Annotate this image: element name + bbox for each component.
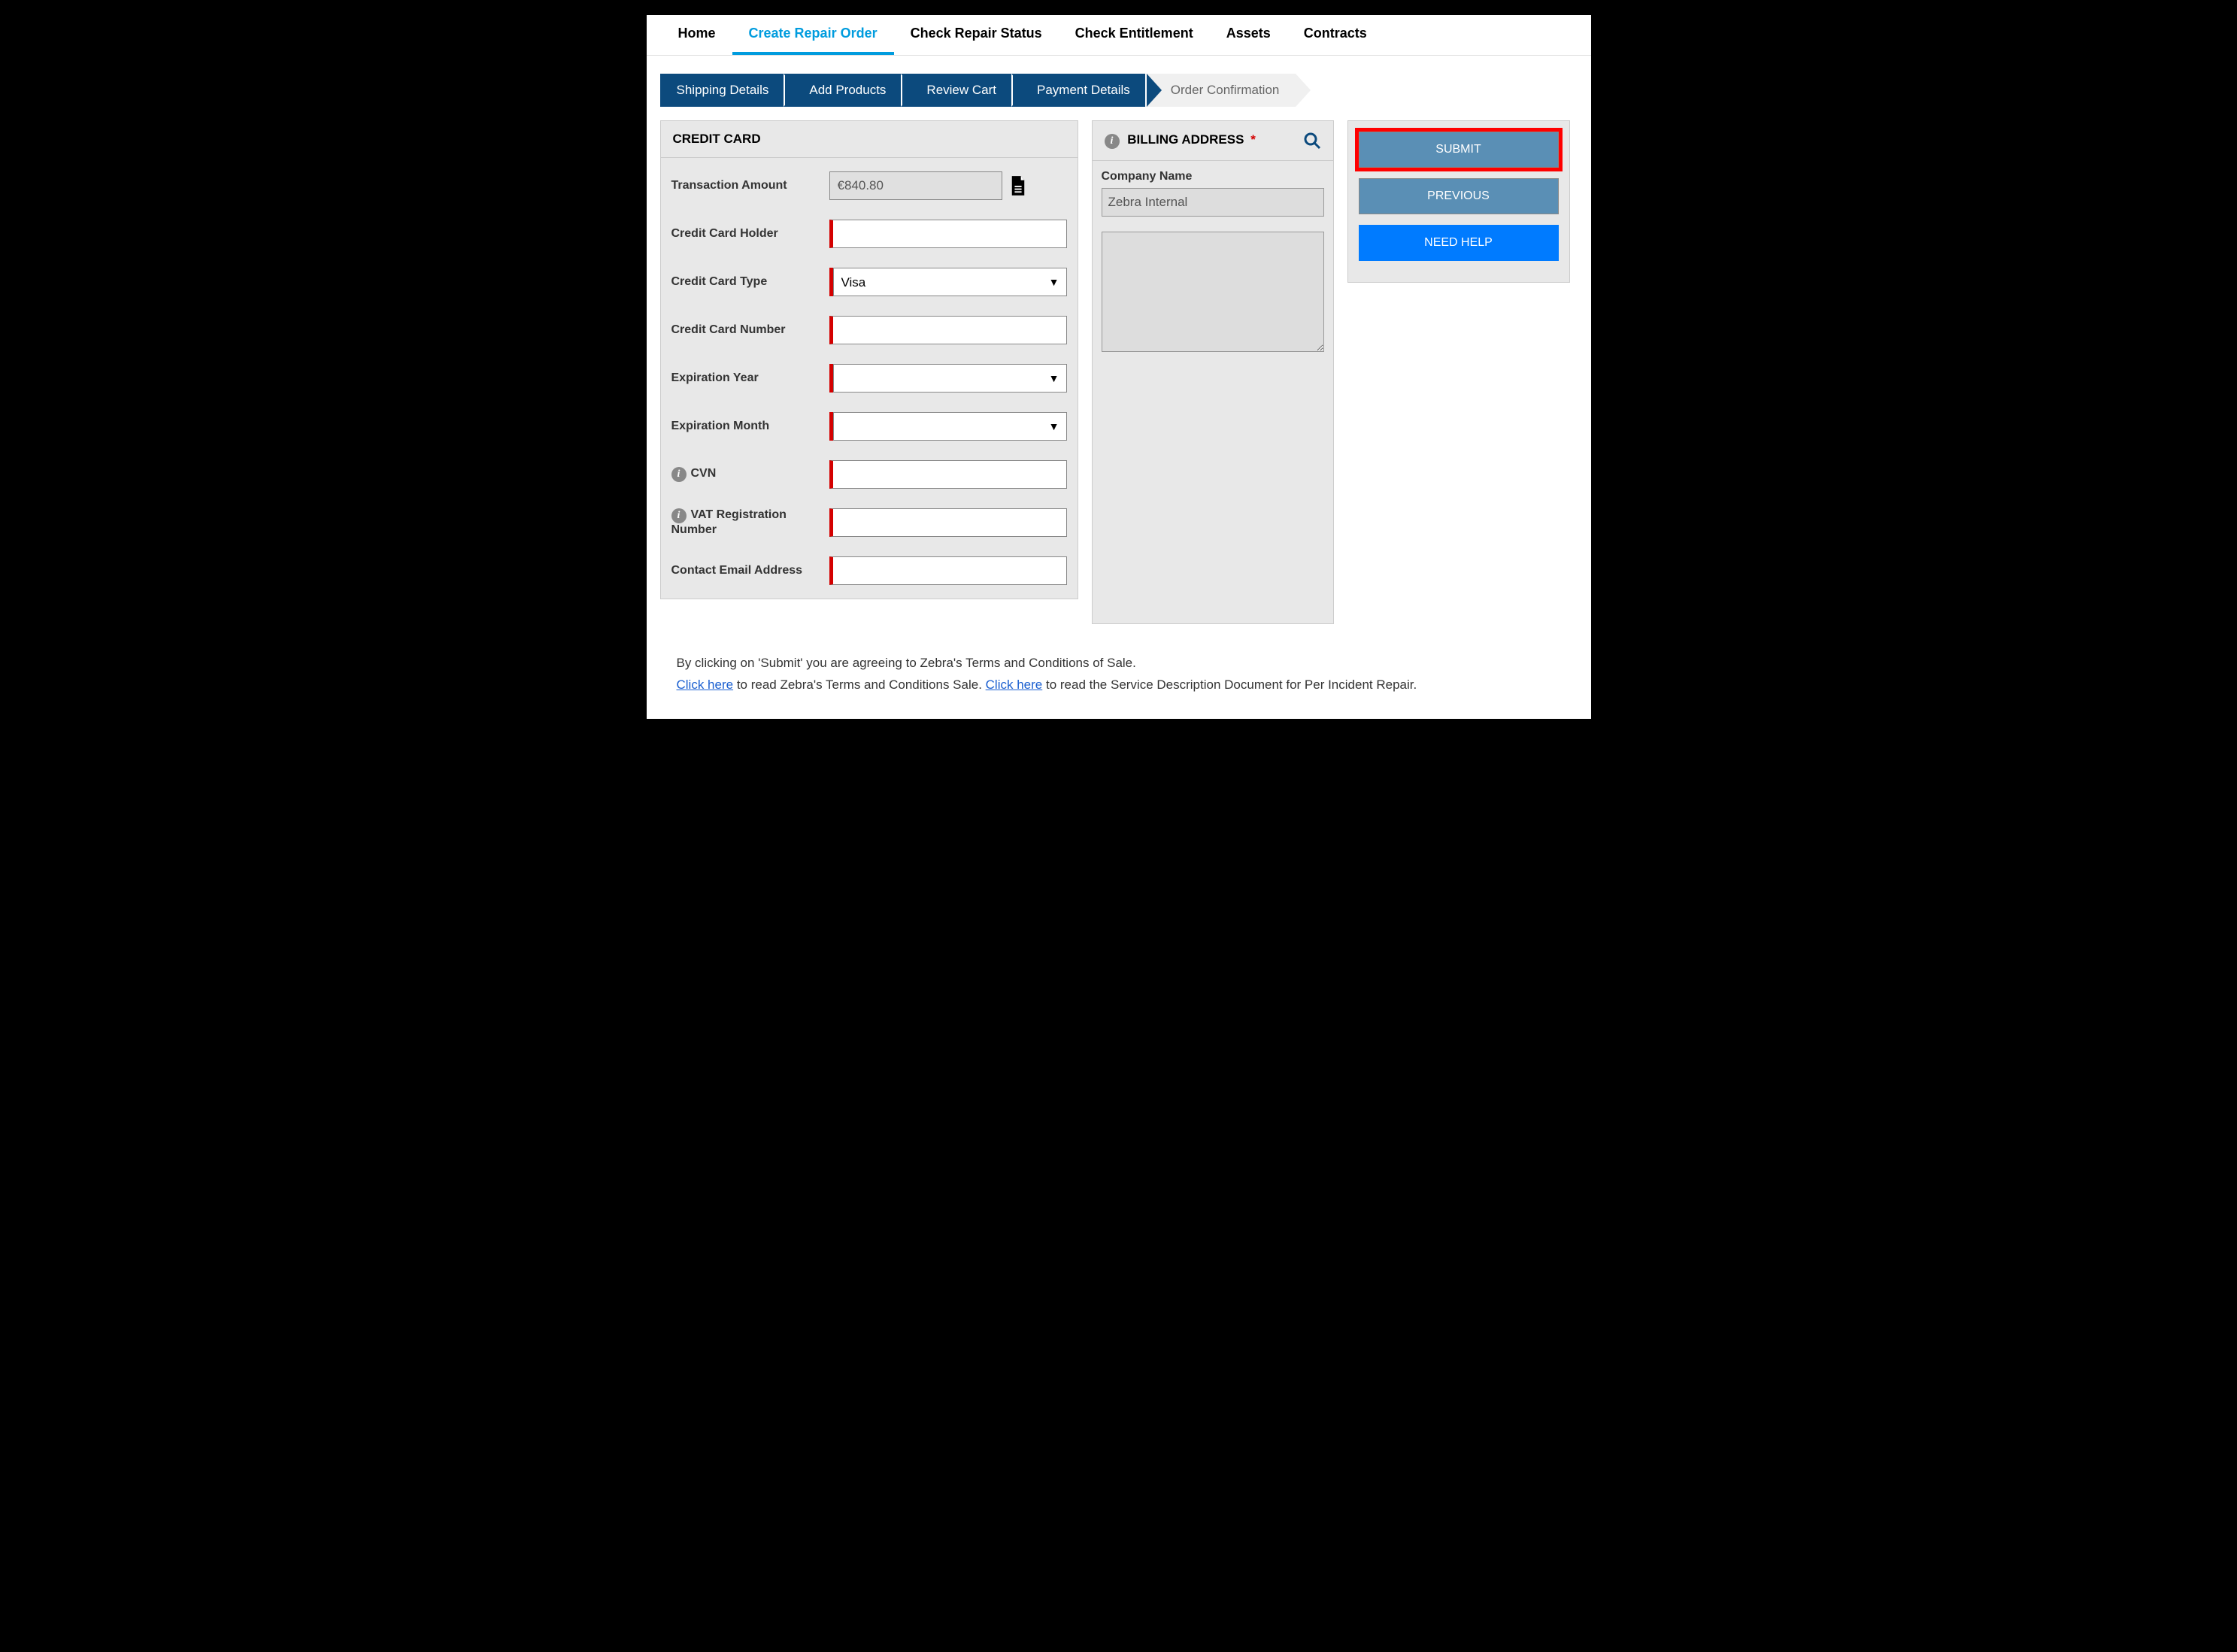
search-icon[interactable] <box>1303 132 1321 150</box>
terms-line: By clicking on 'Submit' you are agreeing… <box>677 653 1561 674</box>
cc-type-label: Credit Card Type <box>671 275 819 289</box>
nav-home[interactable]: Home <box>662 15 732 55</box>
submit-button[interactable]: SUBMIT <box>1359 132 1559 168</box>
step-payment-details[interactable]: Payment Details <box>1011 74 1147 107</box>
cc-number-label: Credit Card Number <box>671 323 819 337</box>
step-order-confirmation: Order Confirmation <box>1145 74 1296 107</box>
exp-month-label: Expiration Month <box>671 420 819 433</box>
transaction-amount-label: Transaction Amount <box>671 179 819 192</box>
info-icon[interactable]: i <box>1105 134 1120 149</box>
info-icon[interactable]: i <box>671 508 687 523</box>
exp-month-select[interactable] <box>833 412 1067 441</box>
top-nav: Home Create Repair Order Check Repair St… <box>647 15 1591 56</box>
service-desc-link[interactable]: Click here <box>986 677 1043 692</box>
required-star-icon: * <box>1250 132 1256 147</box>
exp-year-label: Expiration Year <box>671 371 819 385</box>
exp-year-select[interactable] <box>833 364 1067 393</box>
footer-text: By clicking on 'Submit' you are agreeing… <box>647 638 1591 719</box>
nav-create-repair-order[interactable]: Create Repair Order <box>732 15 894 55</box>
actions-panel: SUBMIT PREVIOUS NEED HELP <box>1347 120 1570 283</box>
step-review-cart[interactable]: Review Cart <box>901 74 1013 107</box>
footer-text-1: to read Zebra's Terms and Conditions Sal… <box>733 677 986 692</box>
step-shipping-details[interactable]: Shipping Details <box>660 74 786 107</box>
company-name-label: Company Name <box>1102 170 1324 183</box>
billing-address-textarea <box>1102 232 1324 352</box>
document-icon[interactable] <box>1010 176 1026 196</box>
billing-title: BILLING ADDRESS <box>1127 132 1244 147</box>
credit-card-panel: CREDIT CARD Transaction Amount Credit Ca… <box>660 120 1078 599</box>
email-label: Contact Email Address <box>671 564 819 577</box>
nav-check-repair-status[interactable]: Check Repair Status <box>894 15 1059 55</box>
terms-link[interactable]: Click here <box>677 677 734 692</box>
nav-contracts[interactable]: Contracts <box>1287 15 1384 55</box>
cc-holder-input[interactable] <box>829 220 1067 248</box>
step-add-products[interactable]: Add Products <box>784 74 902 107</box>
need-help-button[interactable]: NEED HELP <box>1359 225 1559 261</box>
billing-address-panel: i BILLING ADDRESS * Company Name <box>1092 120 1334 624</box>
cc-holder-label: Credit Card Holder <box>671 227 819 241</box>
previous-button[interactable]: PREVIOUS <box>1359 178 1559 214</box>
cvn-input[interactable] <box>829 460 1067 489</box>
cvn-label: CVN <box>691 467 717 480</box>
footer-text-2: to read the Service Description Document… <box>1042 677 1417 692</box>
transaction-amount-input <box>829 171 1002 200</box>
info-icon[interactable]: i <box>671 467 687 482</box>
credit-card-title: CREDIT CARD <box>673 132 761 147</box>
vat-input[interactable] <box>829 508 1067 537</box>
company-name-input <box>1102 188 1324 217</box>
nav-assets[interactable]: Assets <box>1210 15 1287 55</box>
cc-number-input[interactable] <box>829 316 1067 344</box>
nav-check-entitlement[interactable]: Check Entitlement <box>1059 15 1210 55</box>
cc-type-select[interactable]: Visa <box>833 268 1067 296</box>
email-input[interactable] <box>829 556 1067 585</box>
vat-label: VAT Registration Number <box>671 508 787 536</box>
progress-steps: Shipping Details Add Products Review Car… <box>660 74 1591 107</box>
